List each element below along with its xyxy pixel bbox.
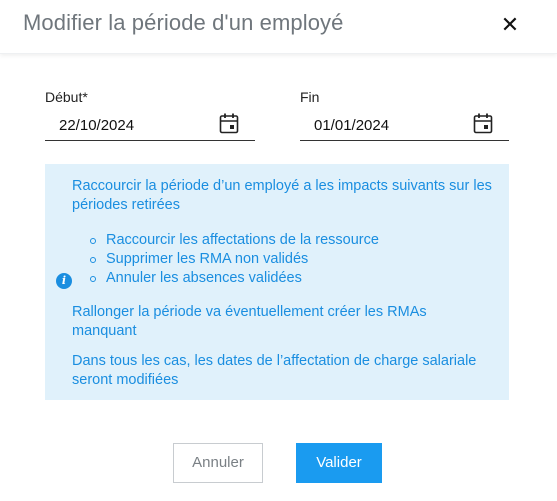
cancel-button[interactable]: Annuler xyxy=(173,443,263,483)
dialog-title: Modifier la période d'un employé xyxy=(23,10,344,35)
info-icon: i xyxy=(56,273,72,289)
close-icon[interactable]: ✕ xyxy=(500,14,520,36)
impact-list: Raccourcir les affectations de la ressou… xyxy=(88,231,379,288)
list-item: Supprimer les RMA non validés xyxy=(88,250,379,269)
end-date-input[interactable] xyxy=(314,117,454,134)
list-item: Raccourcir les affectations de la ressou… xyxy=(88,231,379,250)
start-date-label: Début* xyxy=(45,89,88,105)
info-all-cases-text: Dans tous les cas, les dates de l’affect… xyxy=(72,353,477,388)
info-intro-text: Raccourcir la période d’un employé a les… xyxy=(72,178,492,213)
calendar-icon[interactable] xyxy=(219,113,239,134)
end-date-field[interactable] xyxy=(300,113,509,141)
start-date-input[interactable] xyxy=(59,117,199,134)
start-date-field[interactable] xyxy=(45,113,255,141)
list-item: Annuler les absences validées xyxy=(88,269,379,288)
validate-button[interactable]: Valider xyxy=(296,443,382,483)
end-date-label: Fin xyxy=(300,89,320,105)
info-extend-text: Rallonger la période va éventuellement c… xyxy=(72,304,427,339)
calendar-icon[interactable] xyxy=(473,113,493,134)
dialog-header: Modifier la période d'un employé ✕ xyxy=(0,0,557,54)
